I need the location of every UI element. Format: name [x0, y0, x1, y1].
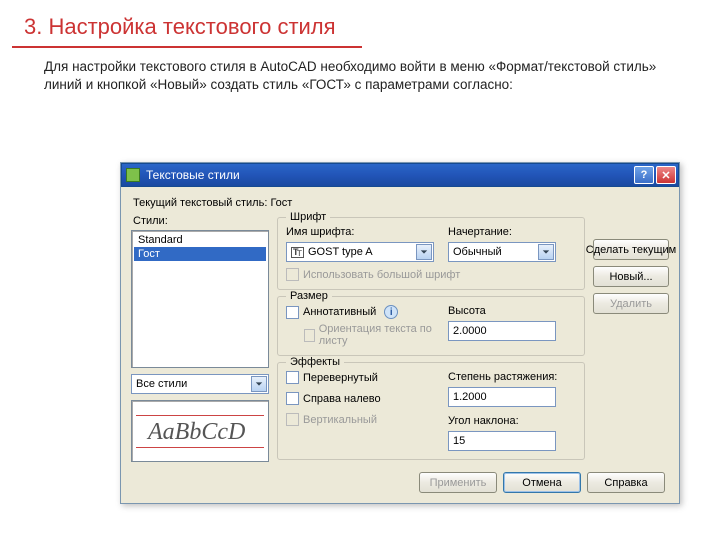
backwards-label: Справа налево — [303, 393, 381, 405]
font-style-label: Начертание: — [448, 226, 556, 238]
font-style-select[interactable]: Обычный — [448, 242, 556, 262]
title-underline — [12, 46, 362, 48]
cancel-button[interactable]: Отмена — [503, 472, 581, 493]
oblique-value: 15 — [453, 435, 465, 447]
list-item[interactable]: Гост — [134, 247, 266, 261]
delete-button: Удалить — [593, 293, 669, 314]
help-window-button[interactable]: ? — [634, 166, 654, 184]
effects-group: Эффекты Перевернутый Справа налево — [277, 362, 585, 460]
help-button[interactable]: Справка — [587, 472, 665, 493]
upside-label: Перевернутый — [303, 372, 378, 384]
current-style-label: Текущий текстовый стиль: — [133, 197, 267, 209]
titlebar[interactable]: Текстовые стили ? ✕ — [121, 163, 679, 187]
height-value: 2.0000 — [453, 325, 487, 337]
orient-checkbox — [304, 329, 315, 342]
font-name-label: Имя шрифта: — [286, 226, 434, 238]
size-group: Размер Аннотативный i Ориентация текста … — [277, 296, 585, 356]
upside-checkbox[interactable] — [286, 371, 299, 384]
height-input[interactable]: 2.0000 — [448, 321, 556, 341]
width-factor-input[interactable]: 1.2000 — [448, 387, 556, 407]
list-item[interactable]: Standard — [134, 233, 266, 247]
oblique-input[interactable]: 15 — [448, 431, 556, 451]
size-legend: Размер — [286, 290, 332, 302]
width-factor-value: 1.2000 — [453, 391, 487, 403]
info-icon[interactable]: i — [384, 305, 398, 319]
font-name-value: GOST type A — [308, 246, 373, 258]
slide-title: 3. Настройка текстового стиля — [0, 0, 720, 46]
chevron-down-icon — [416, 244, 432, 260]
annotative-label: Аннотативный — [303, 306, 376, 318]
apply-button: Применить — [419, 472, 497, 493]
bigfont-checkbox — [286, 268, 299, 281]
close-window-button[interactable]: ✕ — [656, 166, 676, 184]
new-button[interactable]: Новый... — [593, 266, 669, 287]
backwards-checkbox[interactable] — [286, 392, 299, 405]
font-name-select[interactable]: GOST type A — [286, 242, 434, 262]
styles-listbox[interactable]: Standard Гост — [131, 230, 269, 368]
styles-label: Стили: — [133, 215, 269, 227]
height-label: Высота — [448, 305, 556, 317]
vertical-label: Вертикальный — [303, 414, 377, 426]
vertical-checkbox — [286, 413, 299, 426]
make-current-button[interactable]: Сделать текущим — [593, 239, 669, 260]
font-style-value: Обычный — [453, 246, 502, 258]
dialog-title: Текстовые стили — [146, 168, 632, 182]
oblique-label: Угол наклона: — [448, 415, 576, 427]
effects-legend: Эффекты — [286, 356, 344, 368]
chevron-down-icon — [538, 244, 554, 260]
text-styles-dialog: Текстовые стили ? ✕ Текущий текстовый ст… — [120, 162, 680, 504]
current-style-value: Гост — [270, 197, 292, 209]
style-filter-dropdown[interactable]: Все стили — [131, 374, 269, 394]
preview-box: AaBbCcD — [131, 400, 269, 462]
app-icon — [126, 168, 140, 182]
orient-label: Ориентация текста по листу — [319, 323, 434, 347]
bigfont-label: Использовать большой шрифт — [303, 269, 460, 281]
slide-intro: Для настройки текстового стиля в AutoCAD… — [0, 58, 720, 94]
chevron-down-icon — [251, 376, 267, 392]
width-factor-label: Степень растяжения: — [448, 371, 576, 383]
truetype-icon — [291, 247, 304, 258]
current-style: Текущий текстовый стиль: Гост — [133, 197, 669, 209]
preview-text: AaBbCcD — [148, 419, 245, 446]
annotative-checkbox[interactable] — [286, 306, 299, 319]
font-legend: Шрифт — [286, 211, 330, 223]
style-filter-value: Все стили — [136, 378, 187, 390]
font-group: Шрифт Имя шрифта: GOST type A — [277, 217, 585, 290]
